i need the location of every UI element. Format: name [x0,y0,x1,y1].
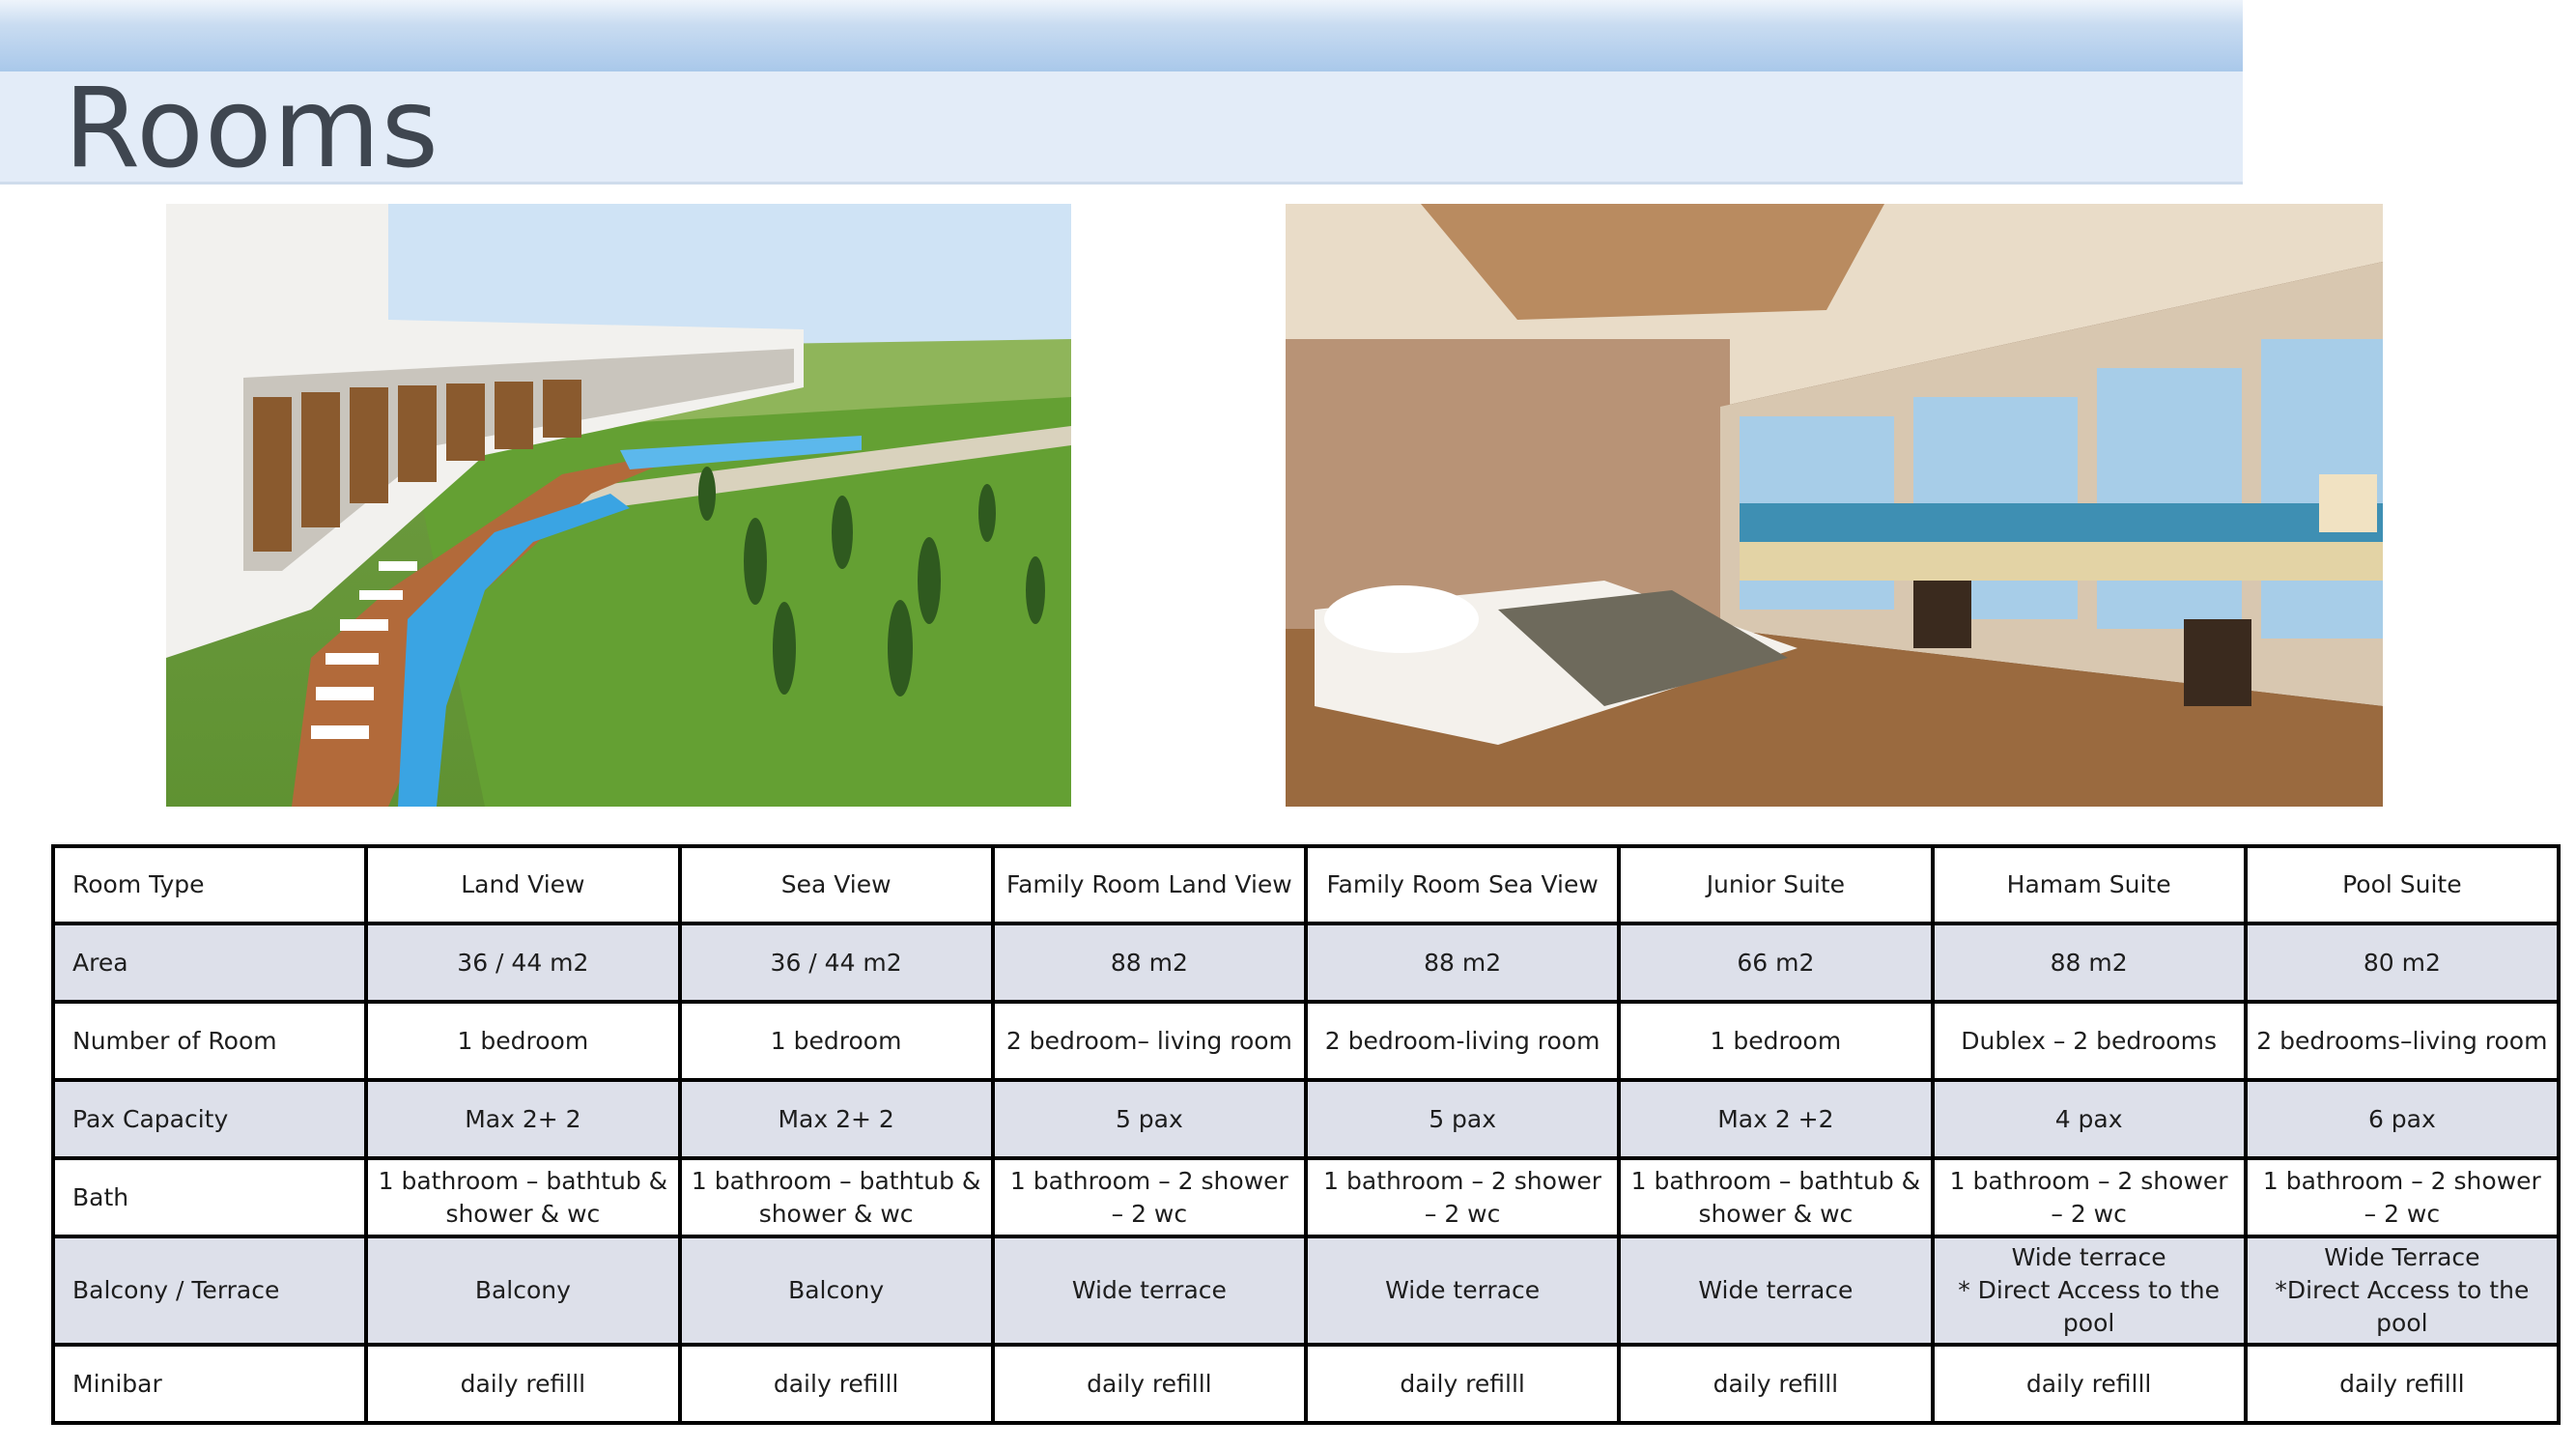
table-cell: Max 2+ 2 [364,1078,682,1160]
table-cell: 2 bedroom-living room [1303,1000,1622,1082]
table-cell: 1 bathroom – 2 shower – 2 wc [2243,1156,2562,1238]
table-cell: Wide terrace [990,1235,1309,1347]
table-cell: 1 bathroom – 2 shower – 2 wc [1930,1156,2248,1238]
row-label: Balcony / Terrace [50,1235,369,1347]
table-cell: Max 2 +2 [1617,1078,1935,1160]
table-cell: Balcony [677,1235,995,1347]
table-row: Area 36 / 44 m2 36 / 44 m2 88 m2 88 m2 66 m2 8… [50,922,2562,1004]
table-cell: 1 bathroom – bathtub & shower & wc [364,1156,682,1238]
table-cell: Dublex – 2 bedrooms [1930,1000,2248,1082]
table-cell: 88 m2 [1303,922,1622,1004]
table-cell: 1 bedroom [677,1000,995,1082]
column-header: Pool Suite [2243,844,2562,925]
table-cell: 88 m2 [1930,922,2248,1004]
table-cell: 1 bathroom – 2 shower – 2 wc [1303,1156,1622,1238]
column-header: Junior Suite [1617,844,1935,925]
table-row: Bath 1 bathroom – bathtub & shower & wc 1 … [50,1156,2562,1238]
table-cell: Wide terrace [1617,1235,1935,1347]
table-cell: 36 / 44 m2 [364,922,682,1004]
table-cell: daily refilll [2243,1343,2562,1425]
table-cell: 5 pax [1303,1078,1622,1160]
table-cell: 1 bathroom – bathtub & shower & wc [1617,1156,1935,1238]
table-cell: daily refilll [1617,1343,1935,1425]
table-cell: daily refilll [677,1343,995,1425]
row-label: Area [50,922,369,1004]
sea-view-bedroom-photo [1286,204,2383,807]
table-cell: Wide terrace * Direct Access to the pool [1930,1235,2248,1347]
table-cell: Wide Terrace *Direct Access to the pool [2243,1235,2562,1347]
column-header: Sea View [677,844,995,925]
table-cell: 6 pax [2243,1078,2562,1160]
table-cell: 66 m2 [1617,922,1935,1004]
table-cell: 5 pax [990,1078,1309,1160]
row-label: Number of Room [50,1000,369,1082]
table-cell: Balcony [364,1235,682,1347]
table-row: Minibar daily refilll daily refilll daily r… [50,1343,2562,1425]
column-header: Hamam Suite [1930,844,2248,925]
table-header-row: Room Type Land View Sea View Family Room La… [50,844,2562,925]
title-banner-gradient [0,0,2243,71]
page-title: Rooms [64,64,440,192]
table-row: Balcony / Terrace Balcony Balcony Wide terr… [50,1235,2562,1347]
column-header: Family Room Land View [990,844,1309,925]
table-cell: 1 bathroom – bathtub & shower & wc [677,1156,995,1238]
table-cell: 2 bedroom– living room [990,1000,1309,1082]
table-cell: 1 bathroom – 2 shower – 2 wc [990,1156,1309,1238]
row-label: Pax Capacity [50,1078,369,1160]
table-cell: daily refilll [364,1343,682,1425]
row-label: Bath [50,1156,369,1238]
table-cell: 1 bedroom [364,1000,682,1082]
table-cell: 36 / 44 m2 [677,922,995,1004]
table-cell: Max 2+ 2 [677,1078,995,1160]
resort-pool-photo [166,204,1071,807]
table-cell: 88 m2 [990,922,1309,1004]
table-cell: 1 bedroom [1617,1000,1935,1082]
table-cell: Wide terrace [1303,1235,1622,1347]
table-cell: 80 m2 [2243,922,2562,1004]
table-cell: daily refilll [990,1343,1309,1425]
table-cell: daily refilll [1930,1343,2248,1425]
table-row: Number of Room 1 bedroom 1 bedroom 2 bedroo… [50,1000,2562,1082]
row-label: Room Type [50,844,369,925]
room-types-table: Room Type Land View Sea View Family Room La… [50,844,2562,1425]
column-header: Family Room Sea View [1303,844,1622,925]
table-cell: 4 pax [1930,1078,2248,1160]
table-row: Pax Capacity Max 2+ 2 Max 2+ 25 pax 5 pax Ma… [50,1078,2562,1160]
table-cell: 2 bedrooms–living room [2243,1000,2562,1082]
row-label: Minibar [50,1343,369,1425]
column-header: Land View [364,844,682,925]
table-cell: daily refilll [1303,1343,1622,1425]
